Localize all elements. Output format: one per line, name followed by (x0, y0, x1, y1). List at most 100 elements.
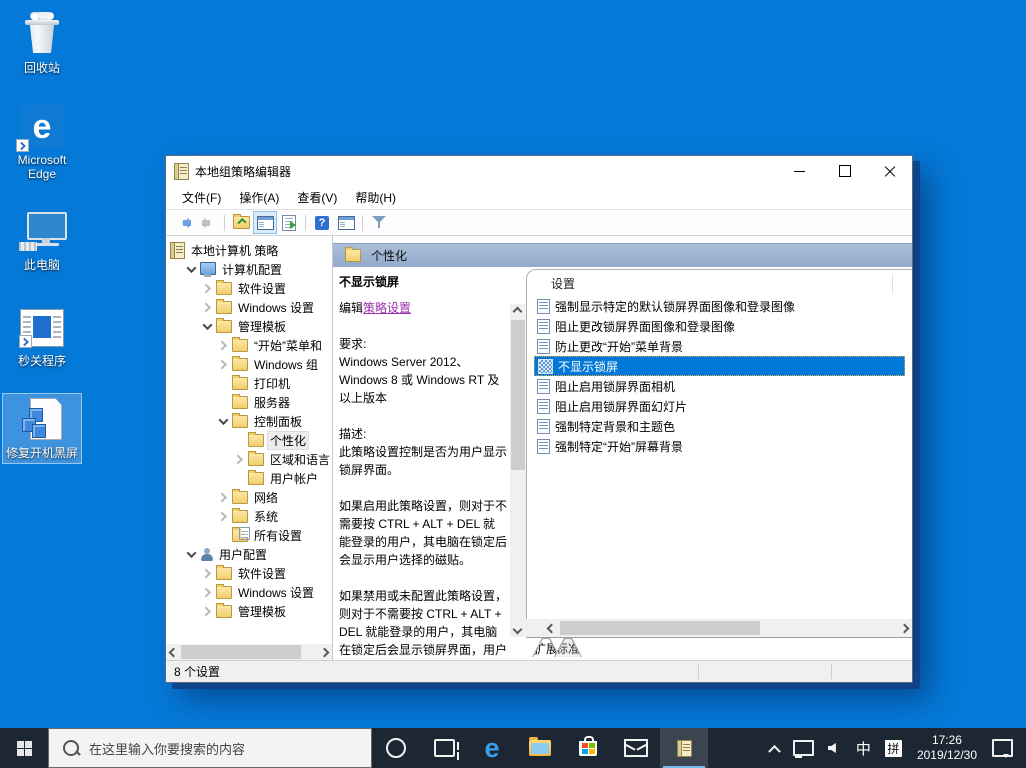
taskbar-app-store[interactable] (564, 728, 612, 768)
help-button[interactable]: ? (310, 211, 334, 234)
scrollbar-thumb[interactable] (181, 645, 301, 659)
forward-button[interactable] (196, 211, 220, 234)
desktop-icon-app-shortcut[interactable]: 秒关程序 (2, 301, 82, 372)
close-button[interactable] (867, 156, 912, 186)
chevron-right-icon[interactable] (200, 301, 214, 315)
chevron-down-icon[interactable] (216, 415, 230, 429)
menu-item-2[interactable]: 查看(V) (289, 186, 345, 209)
tree-item-17[interactable]: 软件设置 (166, 564, 332, 583)
ime-mode-button[interactable]: 拼 (878, 728, 909, 768)
chevron-down-icon[interactable] (184, 548, 198, 562)
policy-list-item-1[interactable]: 阻止更改锁屏界面图像和登录图像 (534, 316, 905, 336)
taskbar-search-box[interactable]: 在这里输入你要搜索的内容 (48, 728, 372, 768)
chevron-right-icon[interactable] (200, 605, 214, 619)
taskbar-app-mail[interactable] (612, 728, 660, 768)
chevron-right-icon[interactable] (200, 282, 214, 296)
chevron-right-icon[interactable] (216, 339, 230, 353)
taskbar-app-gpedit[interactable] (660, 728, 708, 768)
tree-item-19[interactable]: 管理模板 (166, 602, 332, 621)
taskbar-app-file-explorer[interactable] (516, 728, 564, 768)
chevron-right-icon[interactable] (200, 567, 214, 581)
tab-标准[interactable]: 标准 (554, 638, 582, 657)
chevron-right-icon[interactable] (200, 586, 214, 600)
scroll-right-button[interactable] (897, 620, 912, 636)
export-list-button[interactable] (277, 211, 301, 234)
filter-button[interactable] (367, 211, 391, 234)
show-console-tree-button[interactable] (253, 211, 277, 234)
tree-item-0[interactable]: 本地计算机 策略 (166, 241, 332, 260)
title-bar[interactable]: 本地组策略编辑器 (166, 156, 912, 186)
desktop-icon-registry-file[interactable]: 修复开机黑屏 (2, 393, 82, 464)
chevron-right-icon[interactable] (216, 358, 230, 372)
folder-icon (248, 434, 264, 447)
tray-overflow-button[interactable] (763, 728, 786, 768)
tree-item-10[interactable]: 个性化 (166, 431, 332, 450)
tree-item-18[interactable]: Windows 设置 (166, 583, 332, 602)
tree-item-9[interactable]: 控制面板 (166, 412, 332, 431)
tree-item-11[interactable]: 区域和语言 (166, 450, 332, 469)
chevron-right-icon[interactable] (232, 453, 246, 467)
desktop-icon-label: Microsoft Edge (4, 153, 80, 181)
policy-list-item-3[interactable]: 不显示锁屏 (534, 356, 905, 376)
desktop-icon-this-pc[interactable]: 此电脑 (2, 205, 82, 276)
policy-list-item-0[interactable]: 强制显示特定的默认锁屏界面图像和登录图像 (534, 296, 905, 316)
taskbar-app-edge[interactable]: e (468, 728, 516, 768)
scroll-right-button[interactable] (317, 644, 332, 660)
tree-item-3[interactable]: Windows 设置 (166, 298, 332, 317)
tree-item-16[interactable]: 用户配置 (166, 545, 332, 564)
settings-column-header[interactable]: 设置 (527, 270, 912, 296)
scrollbar-thumb[interactable] (560, 621, 760, 635)
menu-item-3[interactable]: 帮助(H) (347, 186, 404, 209)
policy-list-item-7[interactable]: 强制特定“开始”屏幕背景 (534, 436, 905, 456)
list-horizontal-scrollbar[interactable] (526, 619, 912, 637)
ime-language-button[interactable]: 中 (849, 728, 878, 768)
console-window-button[interactable] (334, 211, 358, 234)
tree-item-7[interactable]: 打印机 (166, 374, 332, 393)
volume-tray-button[interactable] (821, 728, 849, 768)
back-button[interactable] (172, 211, 196, 234)
tree-item-14[interactable]: 系统 (166, 507, 332, 526)
scroll-up-button[interactable] (510, 304, 526, 319)
scroll-left-button[interactable] (544, 620, 559, 636)
tree-item-1[interactable]: 计算机配置 (166, 260, 332, 279)
tree-item-6[interactable]: Windows 组 (166, 355, 332, 374)
tree-horizontal-scrollbar[interactable] (166, 644, 332, 660)
edit-policy-link[interactable]: 策略设置 (363, 301, 411, 315)
policy-list-item-2[interactable]: 防止更改“开始”菜单背景 (534, 336, 905, 356)
folder-icon (232, 415, 248, 428)
up-folder-button[interactable] (229, 211, 253, 234)
policy-list-item-4[interactable]: 阻止启用锁屏界面相机 (534, 376, 905, 396)
scroll-down-button[interactable] (510, 622, 526, 637)
scrollbar-thumb[interactable] (511, 320, 525, 470)
chevron-down-icon[interactable] (200, 320, 214, 334)
tree-item-15[interactable]: 所有设置 (166, 526, 332, 545)
taskbar-app-cortana[interactable] (372, 728, 420, 768)
network-tray-button[interactable] (786, 728, 821, 768)
column-divider[interactable] (892, 274, 893, 294)
menu-item-0[interactable]: 文件(F) (174, 186, 229, 209)
maximize-button[interactable] (822, 156, 867, 186)
start-button[interactable] (0, 728, 48, 768)
description-vertical-scrollbar[interactable] (509, 267, 526, 660)
requirements-label: 要求: (339, 335, 507, 353)
taskbar-app-task-view[interactable] (420, 728, 468, 768)
scroll-left-button[interactable] (166, 644, 181, 660)
tree-item-8[interactable]: 服务器 (166, 393, 332, 412)
desktop-icon-recycle-bin[interactable]: 回收站 (2, 8, 82, 79)
tree-item-13[interactable]: 网络 (166, 488, 332, 507)
minimize-button[interactable] (777, 156, 822, 186)
policy-icon (537, 299, 550, 314)
chevron-down-icon[interactable] (184, 263, 198, 277)
chevron-right-icon[interactable] (216, 491, 230, 505)
tree-item-5[interactable]: “开始”菜单和 (166, 336, 332, 355)
tree-item-12[interactable]: 用户帐户 (166, 469, 332, 488)
chevron-right-icon[interactable] (216, 510, 230, 524)
clock[interactable]: 17:26 2019/12/30 (909, 733, 985, 763)
policy-list-item-5[interactable]: 阻止启用锁屏界面幻灯片 (534, 396, 905, 416)
tree-item-4[interactable]: 管理模板 (166, 317, 332, 336)
policy-list-item-6[interactable]: 强制特定背景和主题色 (534, 416, 905, 436)
menu-item-1[interactable]: 操作(A) (231, 186, 287, 209)
tree-item-2[interactable]: 软件设置 (166, 279, 332, 298)
action-center-button[interactable] (985, 728, 1026, 768)
desktop-icon-microsoft-edge[interactable]: eMicrosoft Edge (2, 100, 82, 185)
